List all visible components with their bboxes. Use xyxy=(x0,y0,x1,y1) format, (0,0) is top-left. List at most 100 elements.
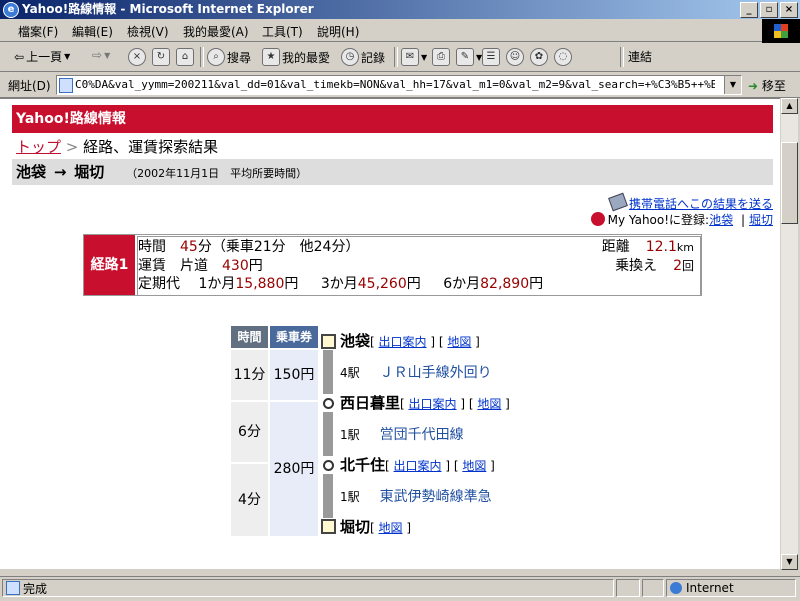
toolbar-separator xyxy=(620,47,624,67)
menu-edit[interactable]: 編輯(E) xyxy=(72,23,113,40)
send-mobile-link[interactable]: 携帯電話へこの結果を送る xyxy=(629,197,773,211)
chat-bubble-icon: ◌ xyxy=(554,48,572,66)
address-dropdown-button[interactable]: ▼ xyxy=(724,76,741,94)
line-bar xyxy=(323,350,333,394)
segment-line: 東武伊勢崎線準急 xyxy=(379,489,492,505)
back-arrow-icon: ⇦ xyxy=(14,49,25,64)
stop-button[interactable]: × xyxy=(128,48,146,66)
exit-guide-link[interactable]: 出口案内 xyxy=(379,335,427,349)
title-bar: e Yahoo!路線情報 - Microsoft Internet Explor… xyxy=(0,0,800,19)
exit-guide-link[interactable]: 出口案内 xyxy=(409,397,457,411)
discuss-button[interactable]: ☰ xyxy=(482,48,500,66)
header-fare: 乗車券 xyxy=(270,326,318,348)
map-link[interactable]: 地図 xyxy=(447,335,471,349)
windows-logo xyxy=(762,19,800,43)
forward-arrow-icon: ⇨ xyxy=(92,48,103,62)
segment-stops: 1駅 xyxy=(340,490,360,504)
map-link[interactable]: 地図 xyxy=(477,397,501,411)
route-note: （2002年11月1日 平均所要時間） xyxy=(126,167,308,180)
station-transfer-icon xyxy=(323,460,334,471)
menu-help[interactable]: 說明(H) xyxy=(317,23,359,40)
go-button[interactable]: ➜ 移至 xyxy=(748,77,786,94)
menu-tools[interactable]: 工具(T) xyxy=(262,23,303,40)
favorites-icon: ★ xyxy=(262,48,280,66)
address-input[interactable]: C0%DA&val_yymm=200211&val_dd=01&val_time… xyxy=(56,75,742,95)
status-bar: 完成 Internet xyxy=(0,576,800,601)
history-button[interactable]: ◷ 記錄 xyxy=(341,48,385,66)
menu-favorites[interactable]: 我的最愛(A) xyxy=(183,23,249,40)
station-name-row: 池袋[ 出口案内 ] [ 地図 ] xyxy=(340,332,480,350)
map-link[interactable]: 地図 xyxy=(379,521,403,535)
forward-button[interactable]: ⇨ ▼ xyxy=(92,48,110,62)
status-text: 完成 xyxy=(23,582,48,596)
research-button[interactable]: ✿ xyxy=(530,48,548,66)
page-icon xyxy=(59,78,73,93)
fare-cell: 150円 xyxy=(270,350,318,400)
links-button[interactable]: 連結 xyxy=(628,48,652,65)
messenger-button[interactable]: ☺ xyxy=(506,48,524,66)
toolbar: ⇦ 上一頁 ▼ ⇨ ▼ × ↻ ⌂ ⌕ 搜尋 ★ 我的最愛 ◷ 記錄 ✉ ▼ ⎙… xyxy=(0,43,800,72)
segment-row: 1駅 営団千代田線 xyxy=(340,424,464,444)
scroll-down-button[interactable]: ▼ xyxy=(781,554,798,570)
print-button[interactable]: ⎙ xyxy=(432,48,450,66)
edit-icon: ✎ xyxy=(456,48,474,66)
refresh-button[interactable]: ↻ xyxy=(152,48,170,66)
chevron-down-icon: ▼ xyxy=(104,50,111,60)
pass-3m-value: 45,260 xyxy=(357,276,407,292)
time-cell: 6分 xyxy=(231,402,268,462)
go-arrow-icon: ➜ xyxy=(748,79,759,93)
fare-value: 430 xyxy=(222,258,249,274)
mobile-phone-icon xyxy=(608,192,628,212)
page-content: Yahoo!路線情報 トップ > 経路、運賃探索結果 池袋 → 堀切 （2002… xyxy=(0,98,780,569)
time-cell: 4分 xyxy=(231,464,268,536)
minimize-button[interactable]: _ xyxy=(740,2,758,18)
maximize-button[interactable]: ▫ xyxy=(760,2,778,18)
station-transfer-icon xyxy=(323,398,334,409)
research-icon: ✿ xyxy=(530,48,548,66)
print-icon: ⎙ xyxy=(432,48,450,66)
home-icon: ⌂ xyxy=(176,48,194,66)
search-icon: ⌕ xyxy=(207,48,225,66)
toolbar-separator xyxy=(394,47,398,67)
line-bar xyxy=(323,412,333,456)
menu-view[interactable]: 檢視(V) xyxy=(127,23,169,40)
mail-button[interactable]: ✉ ▼ xyxy=(401,48,427,66)
breadcrumb-top-link[interactable]: トップ xyxy=(16,138,61,156)
register-ikebukuro-link[interactable]: 池袋 xyxy=(709,213,733,227)
globe-icon xyxy=(670,582,682,594)
vertical-scrollbar[interactable]: ▲ ▼ xyxy=(781,98,798,570)
time-detail: （乗車21分 他24分） xyxy=(211,239,360,255)
favorites-button[interactable]: ★ 我的最愛 xyxy=(262,48,330,66)
status-cell xyxy=(616,579,640,597)
route-to: 堀切 xyxy=(74,163,105,181)
route-from: 池袋 xyxy=(16,163,47,181)
register-horikiri-link[interactable]: 堀切 xyxy=(749,213,773,227)
window-title: Yahoo!路線情報 - Microsoft Internet Explorer xyxy=(22,2,314,16)
scroll-thumb[interactable] xyxy=(781,142,798,224)
line-bar xyxy=(323,474,333,518)
ie-icon: e xyxy=(3,2,19,18)
close-button[interactable]: × xyxy=(780,2,798,18)
scroll-up-button[interactable]: ▲ xyxy=(781,98,798,114)
breadcrumb-current: 経路、運賃探索結果 xyxy=(83,138,219,156)
station-name: 堀切 xyxy=(340,518,371,536)
back-button[interactable]: ⇦ 上一頁 ▼ xyxy=(14,48,70,65)
segment-stops: 1駅 xyxy=(340,428,360,442)
chat-button[interactable]: ◌ xyxy=(554,48,572,66)
station-name-row: 堀切[ 地図 ] xyxy=(340,518,412,536)
pass-1m-value: 15,880 xyxy=(235,276,285,292)
stop-icon: × xyxy=(128,48,146,66)
edit-button[interactable]: ✎ ▼ xyxy=(456,48,482,66)
status-zone: Internet xyxy=(686,581,734,595)
myyahoo-icon xyxy=(590,212,605,226)
menu-file[interactable]: 檔案(F) xyxy=(18,23,58,40)
map-link[interactable]: 地図 xyxy=(462,459,486,473)
exit-guide-link[interactable]: 出口案内 xyxy=(394,459,442,473)
menu-bar: 檔案(F) 編輯(E) 檢視(V) 我的最愛(A) 工具(T) 說明(H) xyxy=(0,19,800,42)
route-summary: 経路1 時間 45分（乗車21分 他24分） 距離 12.1km 運賃 片道 430円… xyxy=(83,234,702,296)
search-button[interactable]: ⌕ 搜尋 xyxy=(207,48,251,66)
status-page-icon xyxy=(6,581,20,595)
home-button[interactable]: ⌂ xyxy=(176,48,194,66)
messenger-icon: ☺ xyxy=(506,48,524,66)
address-bar: 網址(D) C0%DA&val_yymm=200211&val_dd=01&va… xyxy=(0,72,800,98)
